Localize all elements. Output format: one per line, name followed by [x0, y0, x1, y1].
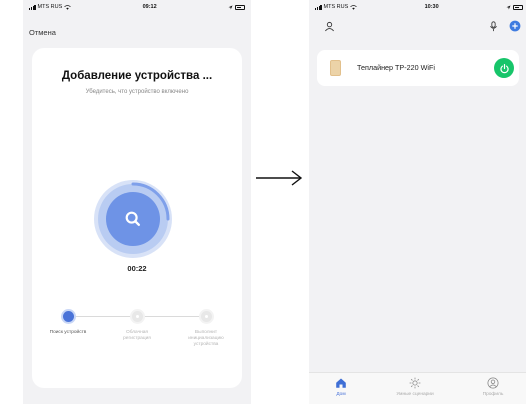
microphone-icon — [489, 20, 497, 31]
comparison-stage: MTS RUS 09:12 Отмена Добавление устройст… — [0, 0, 526, 404]
search-icon — [125, 211, 141, 227]
sun-icon — [409, 377, 421, 389]
step-2-indicator — [132, 311, 143, 322]
tab-home[interactable]: Дом — [311, 377, 371, 397]
location-icon — [228, 5, 233, 9]
status-bar: MTS RUS 10:30 — [309, 0, 526, 14]
step-2-label: Облачная регистрация — [123, 330, 151, 341]
device-name: Теплайнер ТР-220 WiFi — [357, 63, 435, 72]
step-1-label: Поиск устройств — [49, 330, 87, 335]
device-card[interactable]: Теплайнер ТР-220 WiFi — [317, 50, 519, 86]
tab-profile-label: Профиль — [482, 392, 504, 397]
wifi-icon — [350, 4, 358, 10]
tab-bar: Дом Умные сценарии Профиль — [309, 372, 526, 404]
home-top-bar — [309, 18, 526, 40]
page-subtitle: Убедитесь, что устройство включено — [85, 89, 189, 95]
tab-profile[interactable]: Профиль — [463, 377, 523, 397]
location-icon — [506, 5, 511, 9]
user-icon — [324, 21, 334, 31]
heater-icon — [330, 60, 341, 76]
home-icon — [336, 378, 346, 388]
clock-label: 10:30 — [424, 4, 439, 10]
voice-button[interactable] — [485, 18, 501, 34]
steps-connector — [74, 316, 212, 317]
page-title: Добавление устройства ... — [61, 70, 213, 82]
signal-icon — [29, 4, 36, 10]
tab-smart-scenes[interactable]: Умные сценарии — [385, 377, 445, 397]
cancel-button[interactable]: Отмена — [29, 28, 56, 37]
add-device-button[interactable] — [507, 18, 523, 34]
scanning-indicator — [94, 180, 172, 258]
elapsed-timer: 00:22 — [127, 264, 147, 273]
clock-label: 09:12 — [142, 4, 157, 10]
step-1-indicator — [63, 311, 74, 322]
arrow-right-icon — [256, 170, 303, 186]
battery-icon — [512, 4, 523, 10]
power-toggle[interactable] — [494, 58, 514, 78]
add-device-screen: MTS RUS 09:12 Отмена Добавление устройст… — [23, 0, 251, 404]
profile-switch-button[interactable] — [321, 18, 337, 34]
home-screen: MTS RUS 10:30 Теплайнер ТР-220 WiFi Дом … — [309, 0, 526, 404]
tab-home-label: Дом — [336, 392, 346, 397]
search-card: Добавление устройства ... Убедитесь, что… — [32, 48, 242, 388]
step-3-label: Выполнит инициализацию устройства — [188, 330, 224, 347]
carrier-label: MTS RUS — [323, 4, 349, 10]
signal-icon — [315, 4, 322, 10]
battery-icon — [234, 4, 245, 10]
profile-icon — [487, 377, 499, 389]
plus-icon — [509, 20, 521, 32]
status-bar: MTS RUS 09:12 — [23, 0, 251, 14]
power-icon — [499, 63, 509, 73]
step-3-indicator — [201, 311, 212, 322]
wifi-icon — [64, 4, 72, 10]
carrier-label: MTS RUS — [37, 4, 63, 10]
tab-smart-scenes-label: Умные сценарии — [396, 392, 434, 397]
